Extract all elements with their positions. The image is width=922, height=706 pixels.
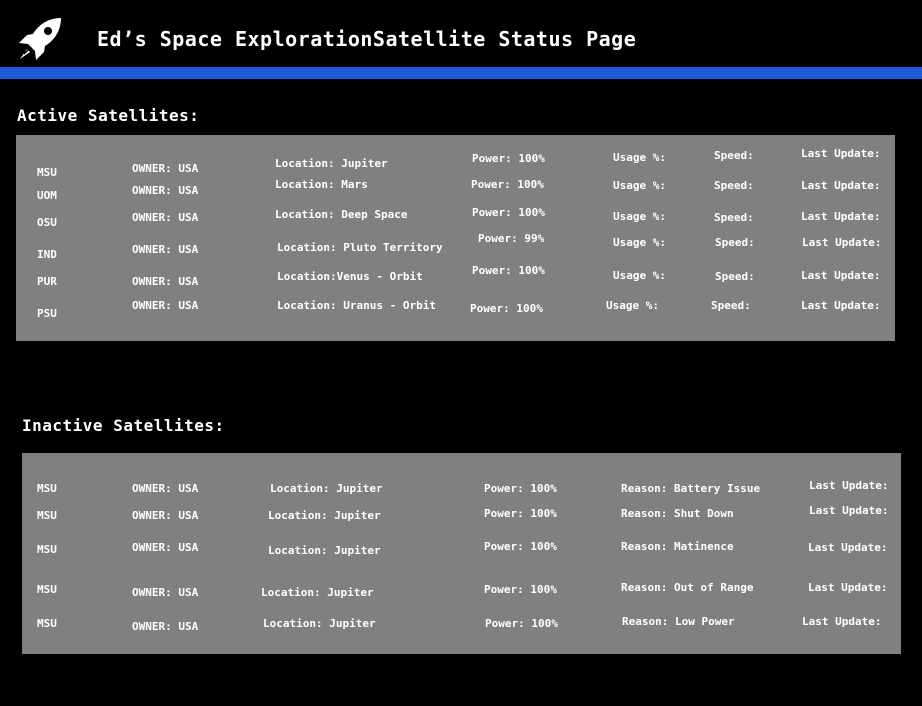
sat-location: Location: Jupiter <box>263 617 376 630</box>
sat-speed: Speed: <box>714 149 754 162</box>
active-satellites-heading: Active Satellites: <box>17 106 200 125</box>
sat-usage: Usage %: <box>613 179 666 192</box>
sat-owner: OWNER: USA <box>132 211 199 224</box>
sat-usage: Usage %: <box>613 236 666 249</box>
sat-location: Location: Jupiter <box>275 157 388 170</box>
sat-owner: OWNER: USA <box>132 275 199 288</box>
sat-location: Location: Mars <box>275 178 368 191</box>
sat-name: PSU <box>37 307 57 320</box>
sat-last-update: Last Update: <box>801 299 881 312</box>
sat-location: Location: Jupiter <box>261 586 374 599</box>
sat-power: Power: 100% <box>471 178 544 191</box>
status-page: Ed’s Space ExplorationSatellite Status P… <box>0 0 922 706</box>
sat-usage: Usage %: <box>613 269 666 282</box>
sat-usage: Usage %: <box>613 151 666 164</box>
sat-usage: Usage %: <box>606 299 659 312</box>
page-title: Ed’s Space ExplorationSatellite Status P… <box>97 27 637 51</box>
sat-reason: Reason: Out of Range <box>621 581 754 594</box>
sat-power: Power: 100% <box>470 302 543 315</box>
header-divider-bar <box>0 67 922 79</box>
sat-name: MSU <box>37 166 57 179</box>
sat-reason: Reason: Matinence <box>621 540 734 553</box>
sat-reason: Reason: Low Power <box>622 615 735 628</box>
sat-last-update: Last Update: <box>802 236 882 249</box>
sat-owner: OWNER: USA <box>132 620 199 633</box>
sat-power: Power: 100% <box>472 206 545 219</box>
rocket-icon <box>19 18 61 60</box>
sat-name: MSU <box>37 482 57 495</box>
sat-owner: OWNER: USA <box>132 509 199 522</box>
sat-reason: Reason: Battery Issue <box>621 482 761 495</box>
sat-power: Power: 99% <box>478 232 545 245</box>
sat-last-update: Last Update: <box>809 504 889 517</box>
sat-speed: Speed: <box>711 299 751 312</box>
inactive-satellites-panel: MSU OWNER: USA Location: Jupiter Power: … <box>22 453 901 654</box>
sat-last-update: Last Update: <box>802 615 882 628</box>
sat-power: Power: 100% <box>484 507 557 520</box>
header: Ed’s Space ExplorationSatellite Status P… <box>0 0 922 66</box>
sat-last-update: Last Update: <box>801 269 881 282</box>
sat-speed: Speed: <box>714 179 754 192</box>
sat-location: Location: Deep Space <box>275 208 408 221</box>
sat-last-update: Last Update: <box>809 479 889 492</box>
sat-owner: OWNER: USA <box>132 482 199 495</box>
sat-name: MSU <box>37 617 57 630</box>
sat-power: Power: 100% <box>484 540 557 553</box>
sat-name: MSU <box>37 509 57 522</box>
sat-location: Location: Uranus - Orbit <box>277 299 436 312</box>
sat-owner: OWNER: USA <box>132 299 199 312</box>
sat-last-update: Last Update: <box>801 147 881 160</box>
sat-location: Location:Venus - Orbit <box>277 270 423 283</box>
sat-owner: OWNER: USA <box>132 541 199 554</box>
sat-power: Power: 100% <box>484 482 557 495</box>
sat-power: Power: 100% <box>485 617 558 630</box>
sat-name: UOM <box>37 189 57 202</box>
sat-reason: Reason: Shut Down <box>621 507 734 520</box>
sat-owner: OWNER: USA <box>132 162 199 175</box>
sat-speed: Speed: <box>714 211 754 224</box>
sat-speed: Speed: <box>715 236 755 249</box>
sat-owner: OWNER: USA <box>132 243 199 256</box>
sat-power: Power: 100% <box>472 152 545 165</box>
sat-speed: Speed: <box>715 270 755 283</box>
sat-last-update: Last Update: <box>801 210 881 223</box>
sat-last-update: Last Update: <box>801 179 881 192</box>
sat-name: MSU <box>37 583 57 596</box>
sat-owner: OWNER: USA <box>132 184 199 197</box>
sat-last-update: Last Update: <box>808 541 888 554</box>
sat-location: Location: Jupiter <box>270 482 383 495</box>
sat-location: Location: Jupiter <box>268 544 381 557</box>
sat-name: MSU <box>37 543 57 556</box>
sat-power: Power: 100% <box>472 264 545 277</box>
sat-location: Location: Jupiter <box>268 509 381 522</box>
sat-owner: OWNER: USA <box>132 586 199 599</box>
sat-usage: Usage %: <box>613 210 666 223</box>
inactive-satellites-heading: Inactive Satellites: <box>22 416 225 435</box>
sat-power: Power: 100% <box>484 583 557 596</box>
sat-name: IND <box>37 248 57 261</box>
active-satellites-panel: MSU OWNER: USA Location: Jupiter Power: … <box>16 135 895 341</box>
sat-last-update: Last Update: <box>808 581 888 594</box>
sat-name: OSU <box>37 216 57 229</box>
sat-name: PUR <box>37 275 57 288</box>
sat-location: Location: Pluto Territory <box>277 241 443 254</box>
